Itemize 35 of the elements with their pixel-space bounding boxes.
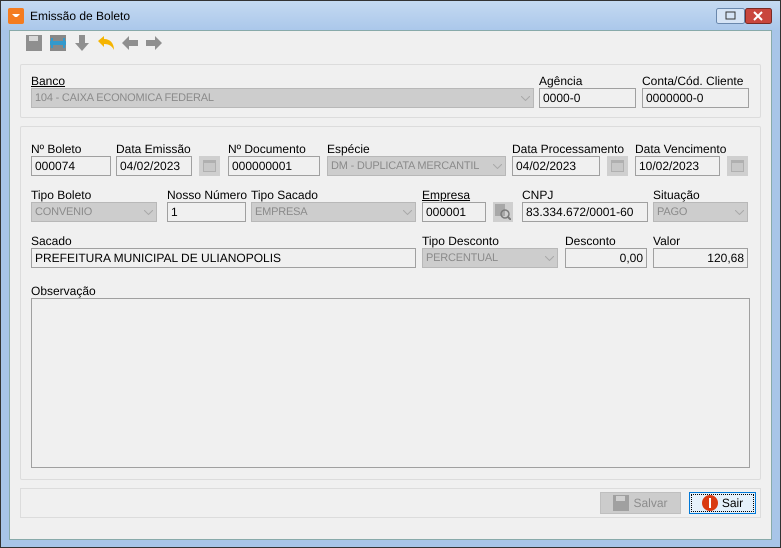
field-label: Nº Documento: [228, 142, 306, 156]
date-field[interactable]: 10/02/2023: [635, 156, 720, 176]
text-field[interactable]: PREFEITURA MUNICIPAL DE ULIANOPOLIS: [31, 248, 416, 268]
text-field[interactable]: 0000000-0: [642, 88, 749, 108]
field-label: Valor: [653, 234, 680, 248]
field-label: Tipo Sacado: [251, 188, 318, 202]
number-field[interactable]: 0,00: [565, 248, 647, 268]
field-label: Situação: [653, 188, 700, 202]
field-link[interactable]: Empresa: [422, 188, 470, 202]
window-title: Emissão de Boleto: [30, 8, 132, 22]
field-label: Nº Boleto: [31, 142, 82, 156]
text-field[interactable]: 83.334.672/0001-60: [522, 202, 648, 222]
field-label: Data Processamento: [512, 142, 624, 156]
date-field[interactable]: 04/02/2023: [512, 156, 600, 176]
field-label: Desconto: [565, 234, 616, 248]
text-field[interactable]: 1: [167, 202, 246, 222]
field-label: Data Vencimento: [635, 142, 726, 156]
number-field[interactable]: 120,68: [653, 248, 748, 268]
field-label: Conta/Cód. Cliente: [642, 74, 744, 88]
field-label: Data Emissão: [116, 142, 191, 156]
field-label: Sacado: [31, 234, 72, 248]
field-label: Espécie: [327, 142, 370, 156]
exit-button[interactable]: Sair: [689, 492, 756, 514]
date-field[interactable]: 04/02/2023: [116, 156, 192, 176]
text-field[interactable]: 000000001: [228, 156, 320, 176]
text-field[interactable]: 0000-0: [539, 88, 636, 108]
field-label: CNPJ: [522, 188, 554, 202]
field-label: Nosso Número: [167, 188, 248, 202]
text-field[interactable]: 000074: [31, 156, 111, 176]
field-label: Observação: [31, 284, 96, 298]
field-label: Tipo Boleto: [31, 188, 92, 202]
field-label: Tipo Desconto: [422, 234, 499, 248]
field-link[interactable]: Banco: [31, 74, 66, 88]
field-label: Agência: [539, 74, 582, 88]
code-field[interactable]: 000001: [422, 202, 486, 222]
